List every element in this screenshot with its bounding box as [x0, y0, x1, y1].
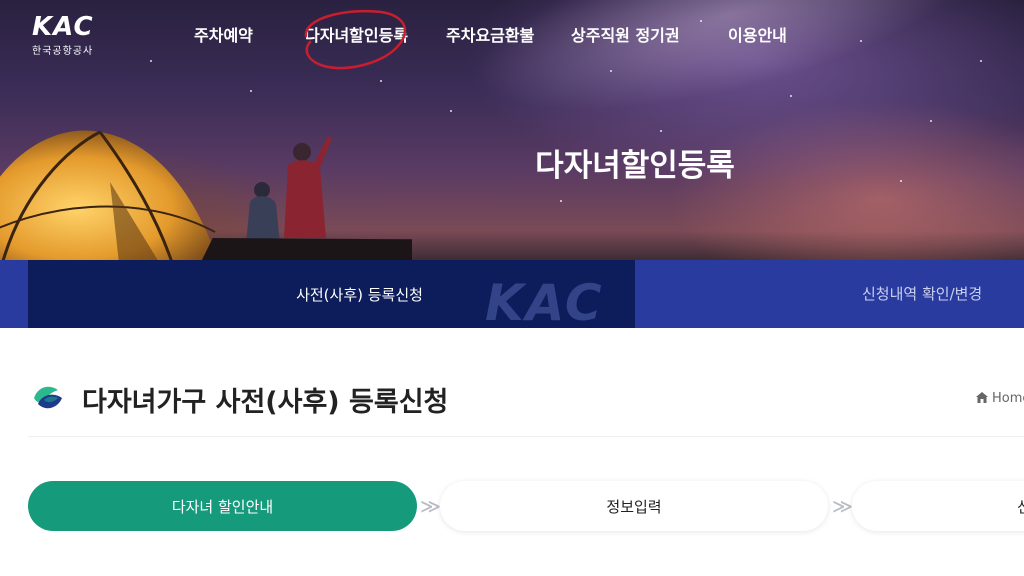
star: [610, 70, 612, 72]
step-third: 신: [852, 481, 1024, 531]
star: [450, 110, 452, 112]
nav-item-parking-reservation[interactable]: 주차예약: [194, 22, 253, 46]
tab-check-change[interactable]: 신청내역 확인/변경: [862, 260, 982, 328]
highlight-circle-annotation: [304, 9, 407, 70]
section-leaf-icon: [34, 386, 62, 409]
step-info-input: 정보입력: [440, 481, 828, 531]
breadcrumb-home: Home: [992, 391, 1024, 406]
sub-tabs: 사전(사후) 등록신청 KAC 신청내역 확인/변경: [0, 260, 1024, 328]
star: [790, 95, 792, 97]
breadcrumb[interactable]: Home: [976, 391, 1024, 406]
hero-title: 다자녀할인등록: [535, 148, 735, 184]
step-third-label: 신: [1017, 497, 1024, 516]
star: [380, 80, 382, 82]
main-nav: 주차예약 다자녀할인등록 주차요금환불 상주직원 정기권 이용안내: [0, 22, 1024, 50]
kac-watermark: KAC: [485, 274, 604, 332]
tab-preregistration-label: 사전(사후) 등록신청: [296, 285, 423, 304]
rock-silhouette: [200, 238, 412, 262]
nav-item-staff-pass[interactable]: 상주직원 정기권: [571, 22, 680, 46]
star: [930, 120, 932, 122]
step-separator-icon: ≫: [420, 494, 441, 518]
star: [980, 60, 982, 62]
star: [150, 60, 152, 62]
home-icon: [976, 392, 988, 403]
step-info-input-label: 정보입력: [606, 497, 662, 516]
star: [560, 200, 562, 202]
hero-banner: KAC 한국공항공사 주차예약 다자녀할인등록 주차요금환불 상주직원 정기권 …: [0, 0, 1024, 262]
step-discount-guide-label: 다자녀 할인안내: [171, 497, 274, 516]
nav-item-parking-refund[interactable]: 주차요금환불: [446, 22, 534, 46]
step-discount-guide[interactable]: 다자녀 할인안내: [28, 481, 417, 531]
nav-item-usage-guide[interactable]: 이용안내: [728, 22, 787, 46]
step-separator-icon: ≫: [832, 494, 853, 518]
heading-divider: [28, 436, 1024, 437]
page-title: 다자녀가구 사전(사후) 등록신청: [82, 387, 449, 418]
star: [250, 90, 252, 92]
star: [660, 130, 662, 132]
